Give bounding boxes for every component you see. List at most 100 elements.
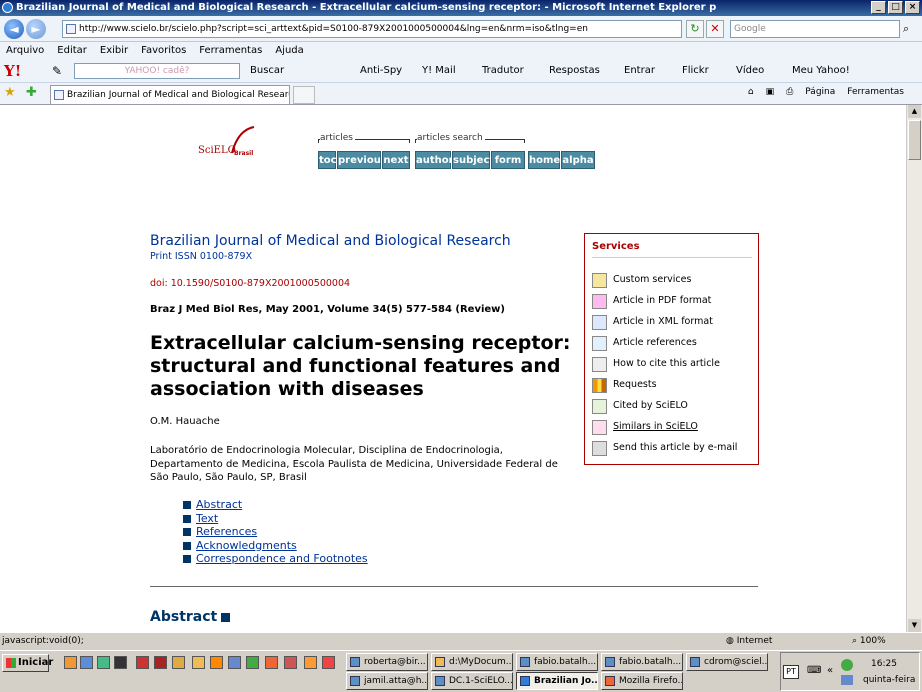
favorites-star-icon[interactable]: ★ xyxy=(4,85,16,100)
anti-spy-button[interactable]: Anti-Spy xyxy=(360,65,402,76)
chevron-left-icon[interactable]: « xyxy=(827,665,833,676)
quick-launch-icon[interactable] xyxy=(114,656,127,669)
cited-by-link[interactable]: Cited by SciELO xyxy=(592,398,688,416)
similars-link[interactable]: Similars in SciELO xyxy=(592,419,698,437)
previous-button[interactable]: previous xyxy=(337,151,387,169)
flickr-button[interactable]: Flickr xyxy=(682,65,709,76)
video-button[interactable]: Vídeo xyxy=(736,65,764,76)
print-icon[interactable]: ⎙ xyxy=(786,87,793,97)
taskbar-item[interactable]: fabio.batalh... xyxy=(516,653,598,671)
taskbar-item[interactable]: d:\MyDocum... xyxy=(431,653,513,671)
language-indicator[interactable]: PT xyxy=(783,665,799,679)
quick-launch-icon[interactable] xyxy=(80,656,93,669)
clock[interactable]: 16:25 xyxy=(871,659,897,669)
search-icon[interactable]: ⌕ xyxy=(903,22,909,36)
toc-button[interactable]: toc xyxy=(318,151,337,169)
search-input[interactable]: Google xyxy=(730,20,900,38)
requests-link[interactable]: Requests xyxy=(592,377,657,395)
menu-favoritos[interactable]: Favoritos xyxy=(141,42,186,60)
scroll-down-icon[interactable]: ▼ xyxy=(908,619,921,632)
yahoo-search-input[interactable]: YAHOO! cadê? xyxy=(74,63,240,79)
close-button[interactable]: × xyxy=(905,1,920,14)
quick-launch-icon[interactable] xyxy=(210,656,223,669)
menu-editar[interactable]: Editar xyxy=(57,42,87,60)
pencil-icon[interactable]: ✎ xyxy=(52,64,62,78)
ferramentas-menu[interactable]: Ferramentas xyxy=(847,87,904,97)
entrar-button[interactable]: Entrar xyxy=(624,65,655,76)
home-button[interactable]: home xyxy=(528,151,560,169)
toc-link-references[interactable]: References xyxy=(183,525,368,539)
alpha-button[interactable]: alpha xyxy=(561,151,595,169)
scielo-logo[interactable]: SciELO Brasil xyxy=(198,125,268,165)
taskbar-item[interactable]: fabio.batalh... xyxy=(601,653,683,671)
refresh-button[interactable]: ↻ xyxy=(686,20,704,38)
back-button[interactable]: ◄ xyxy=(4,19,24,39)
toc-link-correspondence[interactable]: Correspondence and Footnotes xyxy=(183,552,368,566)
toc-link-text[interactable]: Text xyxy=(183,512,368,526)
taskbar-item[interactable]: cdrom@sciel... xyxy=(686,653,768,671)
taskbar-item[interactable]: jamil.atta@h... xyxy=(346,672,428,690)
taskbar-item[interactable]: Mozilla Firefo... xyxy=(601,672,683,690)
tradutor-button[interactable]: Tradutor xyxy=(482,65,524,76)
messenger-icon[interactable] xyxy=(841,659,853,671)
affiliation: Laboratório de Endocrinologia Molecular,… xyxy=(150,445,558,483)
scroll-thumb[interactable] xyxy=(908,120,921,160)
menu-arquivo[interactable]: Arquivo xyxy=(6,42,44,60)
menu-exibir[interactable]: Exibir xyxy=(100,42,128,60)
zoom-level[interactable]: ⌕ 100% xyxy=(852,633,886,650)
subject-button[interactable]: subject xyxy=(452,151,494,169)
up-arrow-icon[interactable] xyxy=(221,612,231,622)
feeds-icon[interactable]: ▣ xyxy=(766,87,775,97)
quick-launch-icon[interactable] xyxy=(322,656,335,669)
quick-launch-icon[interactable] xyxy=(246,656,259,669)
next-button[interactable]: next xyxy=(382,151,410,169)
custom-services-link[interactable]: Custom services xyxy=(592,272,691,290)
new-tab-button[interactable] xyxy=(293,86,315,104)
yahoo-logo[interactable]: Y! xyxy=(4,62,21,80)
quick-launch-icon[interactable] xyxy=(154,656,167,669)
form-button[interactable]: form xyxy=(491,151,525,169)
taskbar-item[interactable]: roberta@bir... xyxy=(346,653,428,671)
references-link[interactable]: Article references xyxy=(592,335,697,353)
toc-link-acknowledgments[interactable]: Acknowledgments xyxy=(183,539,368,553)
meu-yahoo-button[interactable]: Meu Yahoo! xyxy=(792,65,850,76)
menu-ferramentas[interactable]: Ferramentas xyxy=(199,42,262,60)
respostas-button[interactable]: Respostas xyxy=(549,65,600,76)
document-icon xyxy=(592,357,607,372)
ymail-button[interactable]: Y! Mail xyxy=(422,65,456,76)
window-title-bar[interactable]: Brazilian Journal of Medical and Biologi… xyxy=(0,0,922,16)
quick-launch-icon[interactable] xyxy=(228,656,241,669)
url-input[interactable]: http://www.scielo.br/scielo.php?script=s… xyxy=(62,20,682,38)
quick-launch-icon[interactable] xyxy=(192,656,205,669)
taskbar-item-active[interactable]: Brazilian Jo... xyxy=(516,672,598,690)
quick-launch-icon[interactable] xyxy=(172,656,185,669)
pagina-menu[interactable]: Página xyxy=(805,87,835,97)
vertical-scrollbar[interactable]: ▲ ▼ xyxy=(906,105,922,632)
start-button[interactable]: Iniciar xyxy=(2,654,53,672)
how-to-cite-link[interactable]: How to cite this article xyxy=(592,356,720,374)
stop-button[interactable]: ✕ xyxy=(706,20,724,38)
quick-launch-icon[interactable] xyxy=(136,656,149,669)
quick-launch-icon[interactable] xyxy=(284,656,297,669)
xml-link[interactable]: Article in XML format xyxy=(592,314,713,332)
buscar-button[interactable]: Buscar xyxy=(250,65,284,76)
taskbar-item[interactable]: DC.1-SciELO... xyxy=(431,672,513,690)
toc-link-abstract[interactable]: Abstract xyxy=(183,498,368,512)
keyboard-icon[interactable]: ⌨ xyxy=(807,665,821,676)
quick-launch-icon[interactable] xyxy=(304,656,317,669)
maximize-button[interactable]: □ xyxy=(888,1,903,14)
quick-launch-icon[interactable] xyxy=(64,656,77,669)
network-icon[interactable] xyxy=(841,675,853,685)
menu-ajuda[interactable]: Ajuda xyxy=(275,42,303,60)
scroll-up-icon[interactable]: ▲ xyxy=(908,105,921,118)
send-email-link[interactable]: Send this article by e-mail xyxy=(592,440,737,458)
tab-brazilian-journal[interactable]: Brazilian Journal of Medical and Biologi… xyxy=(50,85,290,104)
author-button[interactable]: author xyxy=(415,151,454,169)
add-favorites-icon[interactable]: ✚ xyxy=(26,85,37,100)
minimize-button[interactable]: _ xyxy=(871,1,886,14)
quick-launch-icon[interactable] xyxy=(265,656,278,669)
quick-launch-icon[interactable] xyxy=(97,656,110,669)
pdf-link[interactable]: Article in PDF format xyxy=(592,293,711,311)
home-icon[interactable]: ⌂ xyxy=(748,87,754,97)
forward-button[interactable]: ► xyxy=(26,19,46,39)
